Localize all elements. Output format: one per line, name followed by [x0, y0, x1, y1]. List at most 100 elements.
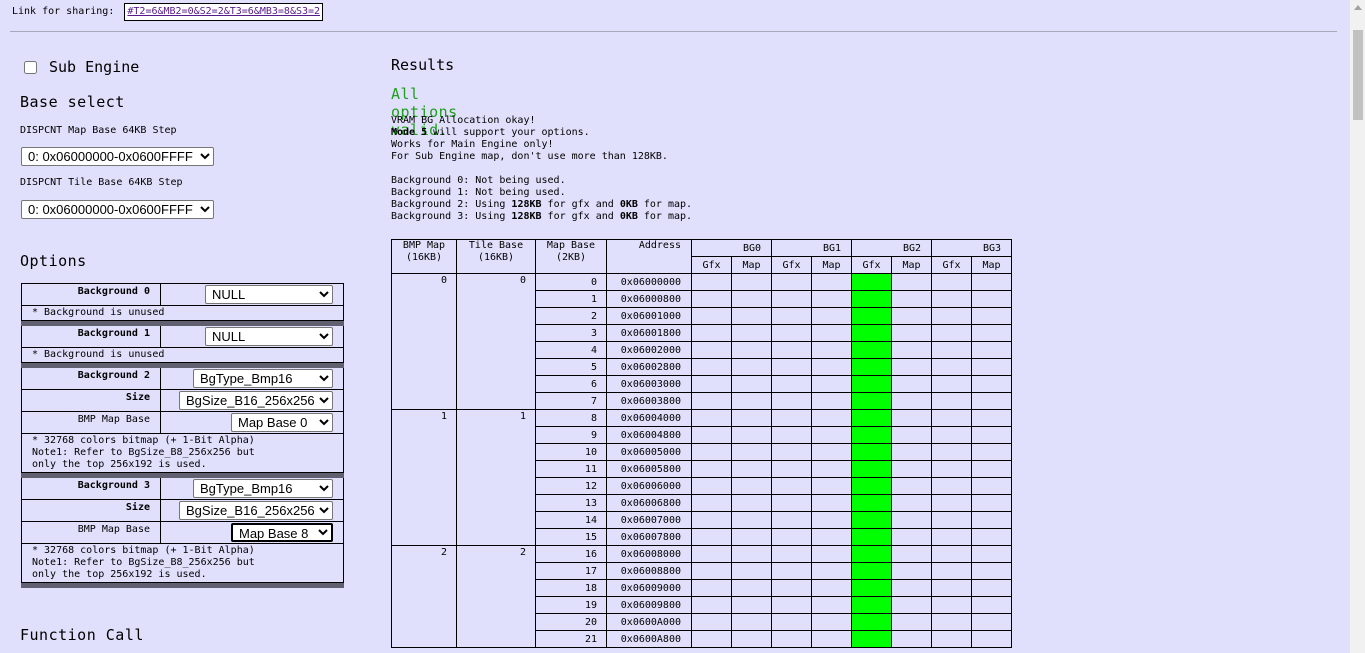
- allocation-cell: [931, 392, 972, 410]
- tile-base-label: DISPCNT Tile Base 64KB Step: [20, 177, 183, 188]
- bg3-mapbase-label: BMP Map Base: [21, 521, 161, 544]
- col-bmp-map-title: BMP Map: [402, 240, 446, 251]
- allocation-cell: [971, 579, 1012, 597]
- vram-table-body: 0 0 0 0x06000000 1 0x06000800 2 0x06001000 3 0x06…: [391, 273, 1012, 648]
- bg2-gfx-size: 128KB: [511, 199, 542, 210]
- allocation-cell: [811, 596, 852, 614]
- allocation-cell: [891, 477, 932, 495]
- bmp-map-cell: 2: [391, 545, 457, 648]
- allocation-cell: [971, 562, 1012, 580]
- allocation-cell: [971, 358, 1012, 376]
- allocation-cell: [811, 290, 852, 308]
- allocation-cell: [891, 324, 932, 342]
- bg2-gfx-used-cell: [851, 443, 892, 461]
- share-link[interactable]: #T2=6&MB2=0&S2=2&T3=6&MB3=8&S3=2: [124, 3, 324, 21]
- allocation-cell: [691, 528, 732, 546]
- map-base-cell: 11: [535, 460, 607, 478]
- bg0-row: Background 0 NULL: [21, 283, 344, 306]
- allocation-cell: [891, 613, 932, 631]
- bmp-map-cell: 0: [391, 273, 457, 410]
- bg2-gfx-used-cell: [851, 545, 892, 563]
- address-cell: 0x06000000: [606, 273, 692, 291]
- allocation-cell: [691, 477, 732, 495]
- bg2-gfx-used-cell: [851, 273, 892, 291]
- allocation-cell: [771, 409, 812, 427]
- allocation-cell: [931, 273, 972, 291]
- allocation-cell: [811, 528, 852, 546]
- allocation-cell: [691, 443, 732, 461]
- address-cell: 0x06005800: [606, 460, 692, 478]
- map-base-cell: 7: [535, 392, 607, 410]
- allocation-cell: [691, 324, 732, 342]
- allocation-cell: [931, 545, 972, 563]
- bg3-type-select[interactable]: BgType_Bmp16: [193, 479, 333, 498]
- allocation-cell: [891, 307, 932, 325]
- share-bar: Link for sharing: #T2=6&MB2=0&S2=2&T3=6&…: [12, 3, 324, 21]
- allocation-cell: [891, 273, 932, 291]
- bg2-note: * 32768 colors bitmap (+ 1-Bit Alpha) No…: [21, 433, 344, 473]
- col-address: Address: [606, 239, 692, 274]
- sub-col-map: Map: [891, 256, 932, 274]
- table-row: 0 0 0 0x06000000: [391, 273, 1012, 410]
- bg2-gfx-used-cell: [851, 630, 892, 648]
- scroll-up-icon[interactable]: [1354, 5, 1362, 10]
- allocation-cell: [971, 375, 1012, 393]
- allocation-cell: [891, 528, 932, 546]
- map-base-cell: 16: [535, 545, 607, 563]
- col-map-base: Map Base (2KB): [535, 239, 607, 274]
- allocation-cell: [891, 375, 932, 393]
- bg1-type-select[interactable]: NULL: [205, 327, 333, 346]
- allocation-cell: [691, 290, 732, 308]
- allocation-cell: [691, 630, 732, 648]
- sub-engine-checkbox[interactable]: [24, 60, 37, 74]
- address-cell: 0x06001000: [606, 307, 692, 325]
- allocation-cell: [931, 460, 972, 478]
- allocation-cell: [771, 426, 812, 444]
- allocation-cell: [691, 613, 732, 631]
- allocation-cell: [891, 426, 932, 444]
- bg3-mapbase-select[interactable]: Map Base 8: [231, 523, 333, 542]
- bg2-gfx-used-cell: [851, 528, 892, 546]
- allocation-cell: [931, 307, 972, 325]
- allocation-cell: [691, 375, 732, 393]
- allocation-cell: [771, 460, 812, 478]
- allocation-cell: [971, 273, 1012, 291]
- sub-col-map: Map: [971, 256, 1012, 274]
- address-cell: 0x06003000: [606, 375, 692, 393]
- address-cell: 0x06001800: [606, 324, 692, 342]
- col-map-base-unit: (2KB): [555, 252, 587, 263]
- allocation-cell: [731, 290, 772, 308]
- tile-base-cell: 1: [456, 409, 536, 546]
- address-cell: 0x06004800: [606, 426, 692, 444]
- sub-engine-toggle[interactable]: Sub Engine: [24, 58, 139, 76]
- results-heading: Results: [391, 56, 455, 74]
- scrollbar[interactable]: [1349, 0, 1365, 653]
- allocation-cell: [771, 341, 812, 359]
- tile-base-select[interactable]: 0: 0x06000000-0x0600FFFF: [21, 200, 214, 219]
- bg3-label: Background 3: [21, 477, 161, 500]
- allocation-cell: [731, 460, 772, 478]
- bg0-type-select[interactable]: NULL: [205, 285, 333, 304]
- map-base-cell: 17: [535, 562, 607, 580]
- allocation-cell: [771, 375, 812, 393]
- allocation-cell: [931, 324, 972, 342]
- address-cell: 0x06002800: [606, 358, 692, 376]
- table-row: 1 1 8 0x06004000: [391, 409, 1012, 546]
- allocation-cell: [691, 392, 732, 410]
- map-base-select[interactable]: 0: 0x06000000-0x0600FFFF: [21, 147, 214, 166]
- bg2-type-select[interactable]: BgType_Bmp16: [193, 369, 333, 388]
- allocation-cell: [731, 545, 772, 563]
- allocation-cell: [931, 358, 972, 376]
- allocation-cell: [771, 613, 812, 631]
- address-cell: 0x06008800: [606, 562, 692, 580]
- allocation-cell: [891, 562, 932, 580]
- bg2-mapbase-select[interactable]: Map Base 0: [231, 413, 333, 432]
- scrollbar-thumb[interactable]: [1353, 30, 1363, 120]
- function-call-heading: Function Call: [20, 626, 144, 644]
- allocation-cell: [731, 613, 772, 631]
- bg2-size-select[interactable]: BgSize_B16_256x256: [179, 391, 333, 410]
- allocation-cell: [891, 392, 932, 410]
- base-select-heading: Base select: [20, 93, 125, 111]
- bg3-size-select[interactable]: BgSize_B16_256x256: [179, 501, 333, 520]
- allocation-cell: [771, 443, 812, 461]
